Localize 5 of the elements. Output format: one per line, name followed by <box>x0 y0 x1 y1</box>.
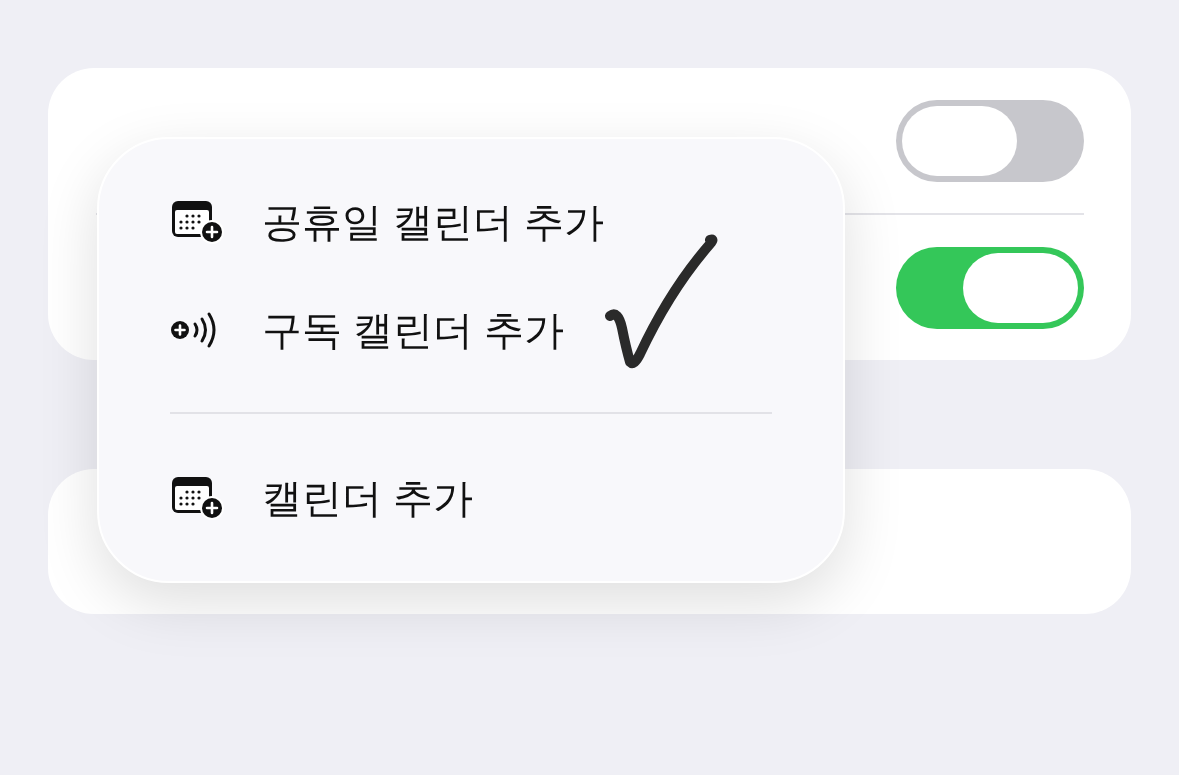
menu-item[interactable]: 구독 캘린더 추가 <box>170 276 772 384</box>
calendar-add-icon <box>170 475 224 521</box>
calendar-add-icon <box>170 199 224 245</box>
menu-item[interactable]: 캘린더 추가 <box>170 444 772 552</box>
menu-item[interactable]: 공휴일 캘린더 추가 <box>170 168 772 276</box>
